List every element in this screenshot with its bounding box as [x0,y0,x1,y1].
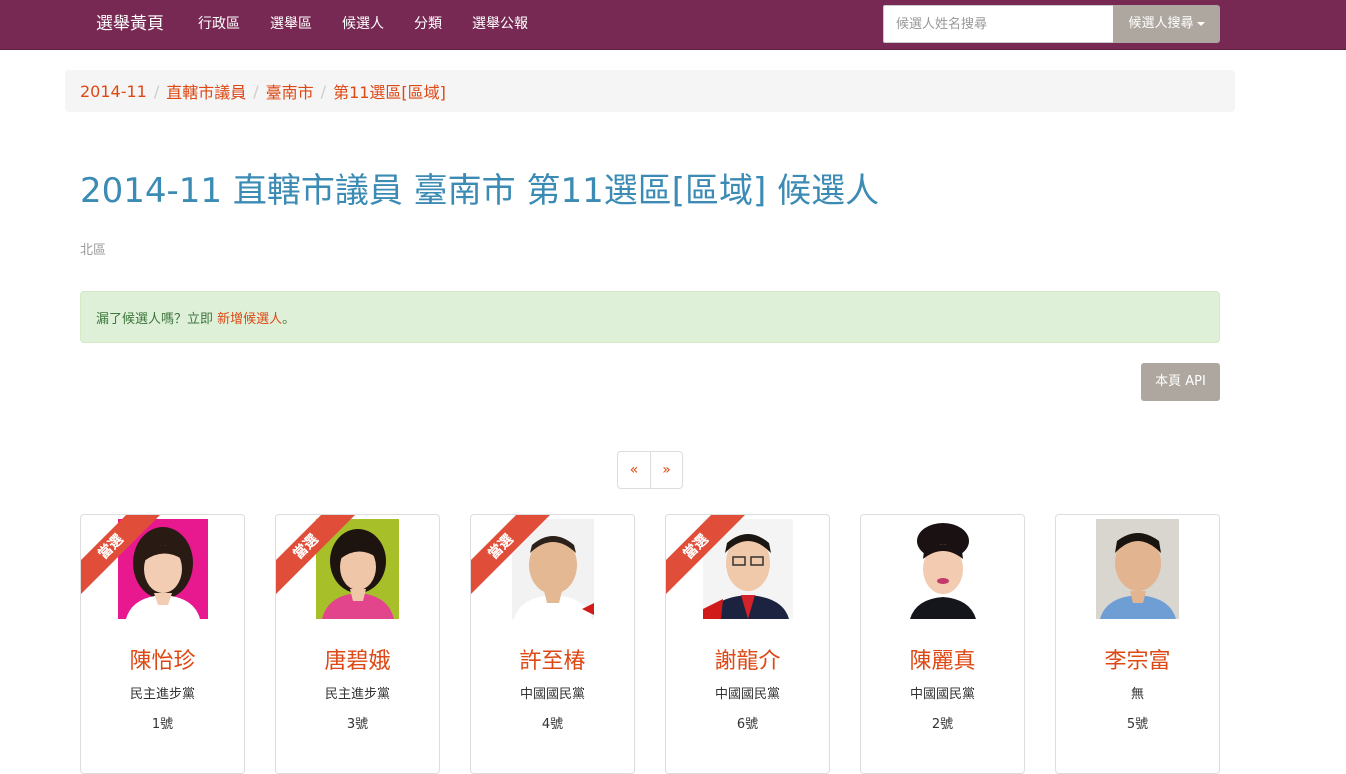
candidate-photo [1096,519,1179,619]
candidate-search-button[interactable]: 候選人搜尋 [1113,5,1220,43]
candidate-number: 2號 [931,717,954,732]
top-navbar: 選舉黃頁 行政區 選舉區 候選人 分類 選舉公報 候選人搜尋 [0,0,1346,50]
page-subtitle: 北區 [80,243,107,258]
candidate-number: 6號 [736,717,759,732]
elected-ribbon: 當選 [276,515,362,601]
candidate-card[interactable]: 陳麗真 中國國民黨 2號 [860,514,1025,774]
nav-link-constituencies[interactable]: 選舉區 [270,15,312,33]
page-title: 2014-11 直轄市議員 臺南市 第11選區[區域] 候選人 [80,171,880,211]
candidate-number: 3號 [346,717,369,732]
elected-ribbon: 當選 [81,515,167,601]
breadcrumb-item-election[interactable]: 2014-11 [80,82,147,101]
candidate-name[interactable]: 謝龍介 [666,647,829,677]
breadcrumb-separator: / [320,81,327,101]
nav-link-bulletins[interactable]: 選舉公報 [472,15,528,33]
candidate-party: 中國國民黨 [714,687,780,702]
candidate-party: 無 [1130,687,1144,702]
candidate-photo [902,519,984,619]
breadcrumb-item-constituency[interactable]: 第11選區[區域] [333,79,446,103]
breadcrumb-separator: / [153,81,160,101]
candidate-search-input[interactable] [883,5,1113,43]
add-candidate-alert: 漏了候選人嗎？立即 新增候選人。 [80,291,1220,343]
candidate-name[interactable]: 唐碧娥 [276,647,439,677]
breadcrumb-item-city[interactable]: 臺南市 [266,79,314,103]
nav-link-categories[interactable]: 分類 [414,15,442,33]
candidate-card[interactable]: 當選 許至椿 中國國民黨 4號 [470,514,635,774]
candidate-number: 4號 [541,717,564,732]
brand-link[interactable]: 選舉黃頁 [96,13,164,35]
breadcrumb-item-type[interactable]: 直轄市議員 [166,79,246,103]
elected-ribbon: 當選 [471,515,557,601]
candidate-name[interactable]: 許至椿 [471,647,634,677]
candidate-card[interactable]: 當選 陳怡珍 民主進步黨 1號 [80,514,245,774]
alert-suffix: 。 [282,311,296,327]
nav-link-districts[interactable]: 行政區 [198,15,240,33]
candidate-party: 中國國民黨 [519,687,585,702]
candidate-name[interactable]: 陳怡珍 [81,647,244,677]
candidate-number: 1號 [151,717,174,732]
page-api-button[interactable]: 本頁 API [1141,363,1220,401]
candidate-party: 中國國民黨 [909,687,975,702]
add-candidate-link[interactable]: 新增候選人 [217,308,282,327]
search-button-label: 候選人搜尋 [1128,16,1194,31]
candidate-party: 民主進步黨 [324,687,390,702]
pagination: « » [617,451,683,489]
candidate-party: 民主進步黨 [129,687,195,702]
candidate-name[interactable]: 陳麗真 [861,647,1024,677]
candidate-card[interactable]: 當選 謝龍介 中國國民黨 6號 [665,514,830,774]
elected-ribbon: 當選 [666,515,752,601]
pagination-prev-button[interactable]: « [618,452,650,488]
alert-text: 漏了候選人嗎？立即 [96,311,218,327]
breadcrumb-separator: / [253,81,259,101]
nav-link-candidates[interactable]: 候選人 [342,15,384,33]
breadcrumb: 2014-11 / 直轄市議員 / 臺南市 / 第11選區[區域] [65,70,1235,112]
candidate-name[interactable]: 李宗富 [1056,647,1219,677]
candidate-card[interactable]: 當選 唐碧娥 民主進步黨 3號 [275,514,440,774]
candidate-number: 5號 [1126,717,1149,732]
candidate-card[interactable]: 李宗富 無 5號 [1055,514,1220,774]
pagination-next-button[interactable]: » [650,452,682,488]
caret-down-icon [1196,21,1205,26]
